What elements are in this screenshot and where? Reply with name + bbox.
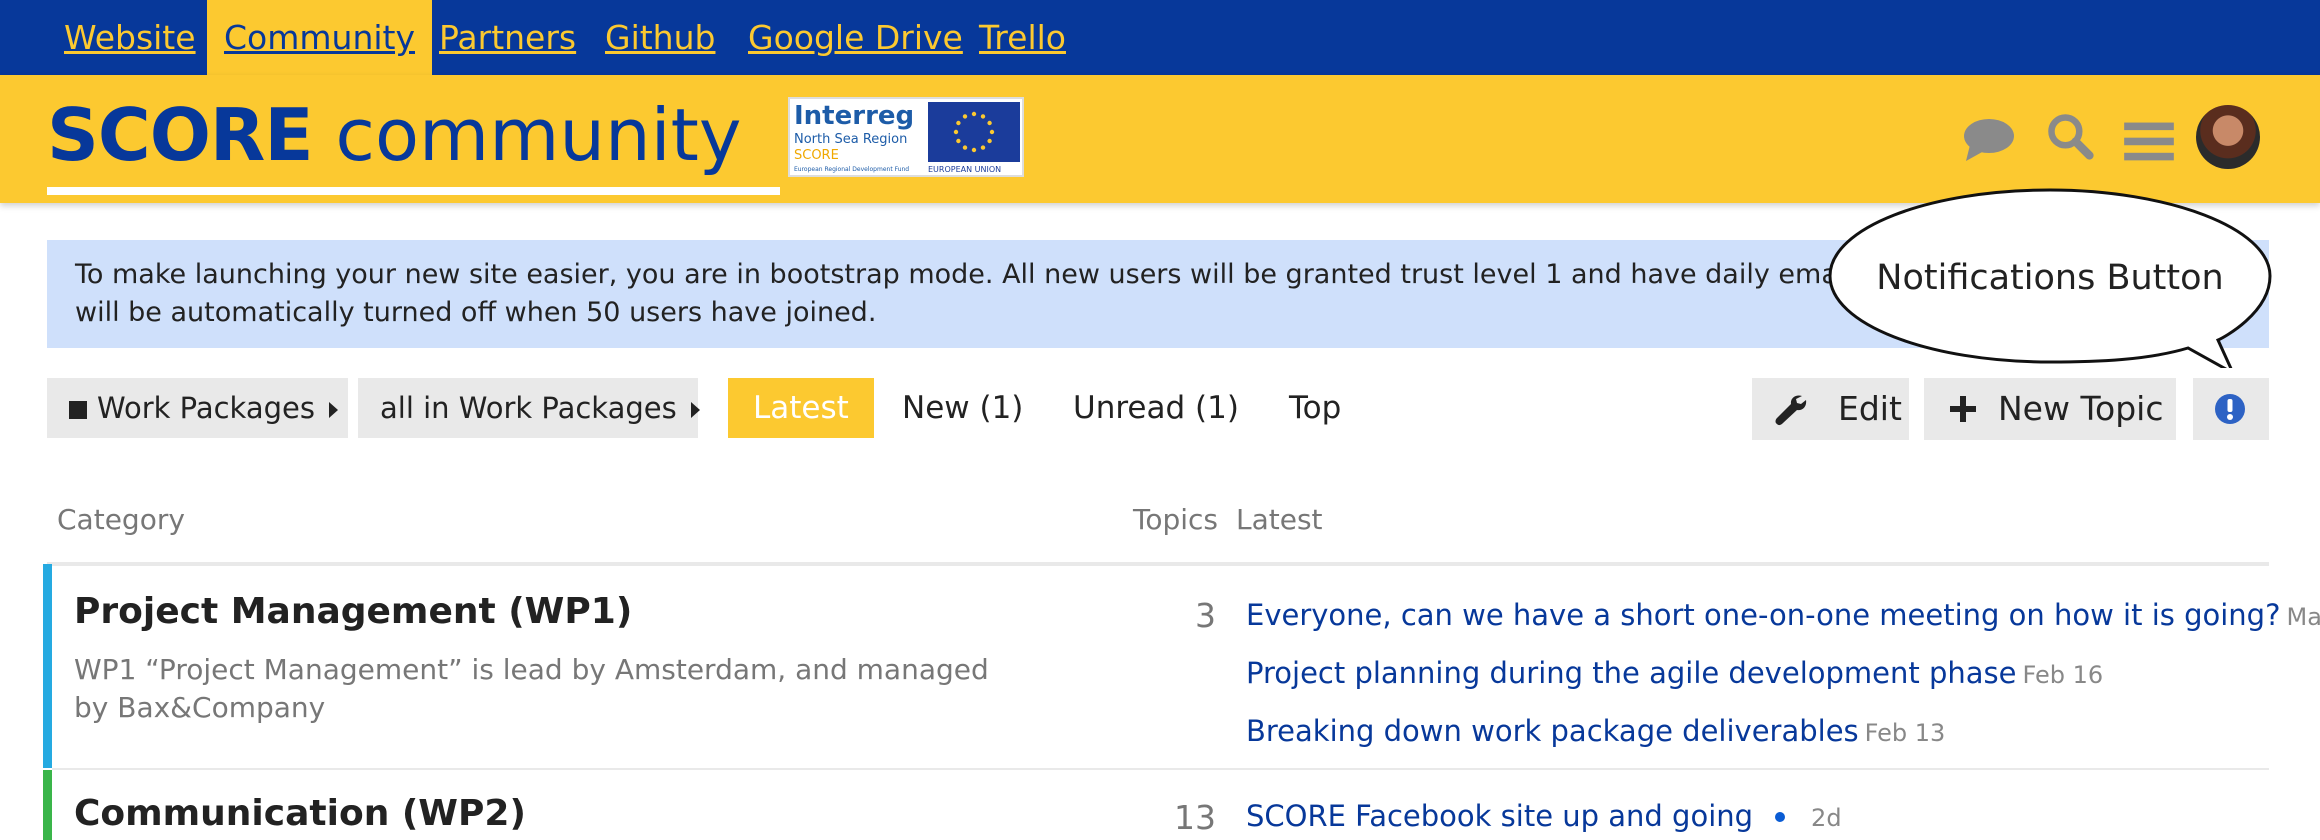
- site-title-rest: community: [312, 93, 742, 177]
- edit-button-label: Edit: [1838, 389, 1902, 428]
- site-title-bold: SCORE: [47, 93, 314, 177]
- tab-top[interactable]: Top: [1264, 378, 1366, 438]
- topnav-community-link[interactable]: Community: [207, 0, 432, 75]
- interreg-logo: Interreg North Sea Region SCORE European…: [788, 97, 1024, 177]
- category-topic-count: 3: [1195, 596, 1216, 635]
- latest-topic-title[interactable]: SCORE Facebook site up and going: [1246, 799, 1753, 833]
- category-topic-count: 13: [1174, 798, 1216, 837]
- logo-underline: [47, 187, 780, 195]
- site-logo[interactable]: SCORE community: [47, 95, 780, 195]
- site-title: SCORE community: [47, 95, 741, 175]
- category-description: WP1 “Project Management” is lead by Amst…: [74, 653, 989, 724]
- caret-right-icon: [690, 402, 700, 418]
- latest-topic-date: Feb 13: [1864, 719, 1946, 747]
- category-color-bar: [43, 564, 52, 768]
- latest-topic-date: Mar 23: [2286, 603, 2320, 631]
- plus-icon: [1950, 396, 1976, 422]
- latest-topic-link[interactable]: Breaking down work package deliverables F…: [1246, 714, 1945, 748]
- category-name-link[interactable]: Communication (WP2): [74, 793, 526, 834]
- new-topic-label: New Topic: [1998, 389, 2164, 428]
- category-color-square: [69, 401, 87, 419]
- latest-topic-link[interactable]: Everyone, can we have a short one-on-one…: [1246, 598, 2320, 632]
- category-name-link[interactable]: Project Management (WP1): [74, 591, 632, 632]
- topnav-trello-link[interactable]: Trello: [979, 0, 1066, 75]
- column-header-category[interactable]: Category: [57, 503, 185, 536]
- latest-topic-title[interactable]: Everyone, can we have a short one-on-one…: [1246, 598, 2280, 632]
- latest-topic-date: Feb 16: [2022, 661, 2104, 689]
- tab-latest[interactable]: Latest: [728, 378, 874, 438]
- topnav-website-link[interactable]: Website: [64, 0, 196, 75]
- edit-category-button[interactable]: Edit: [1752, 378, 1909, 440]
- category-dropdown[interactable]: Work Packages: [47, 378, 348, 438]
- tab-unread[interactable]: Unread (1): [1048, 378, 1264, 438]
- hamburger-menu-icon[interactable]: [2122, 117, 2176, 167]
- eu-flag-icon: [928, 102, 1020, 162]
- column-header-latest[interactable]: Latest: [1236, 503, 1323, 536]
- category-color-bar: [43, 770, 52, 840]
- category-dropdown-label: Work Packages: [97, 391, 315, 425]
- subcategory-dropdown-label: all in Work Packages: [380, 391, 677, 425]
- eu-label-text: EUROPEAN UNION: [928, 165, 1002, 174]
- topnav-github-link[interactable]: Github: [605, 0, 715, 75]
- column-header-topics[interactable]: Topics: [1133, 503, 1218, 536]
- topnav-partners-link[interactable]: Partners: [439, 0, 576, 75]
- interreg-logo-wordmark: Interreg: [794, 101, 915, 131]
- exclamation-circle-icon: [2215, 394, 2245, 424]
- latest-topic-link[interactable]: SCORE Facebook site up and going 2d: [1246, 799, 1842, 833]
- topnav-google-drive-link[interactable]: Google Drive: [748, 0, 963, 75]
- interreg-project-text: SCORE: [794, 148, 839, 163]
- new-topic-button[interactable]: New Topic: [1924, 378, 2176, 440]
- table-row-divider: [52, 768, 2269, 770]
- latest-topic-link[interactable]: Project planning during the agile develo…: [1246, 656, 2103, 690]
- latest-topic-title[interactable]: Project planning during the agile develo…: [1246, 656, 2016, 690]
- top-navigation-bar: Website Community Partners Github Google…: [0, 0, 2320, 75]
- wrench-icon: [1775, 395, 1807, 426]
- user-avatar[interactable]: [2196, 105, 2260, 169]
- search-icon[interactable]: [2043, 111, 2097, 161]
- latest-topic-title[interactable]: Breaking down work package deliverables: [1246, 714, 1859, 748]
- interreg-region-text: North Sea Region: [794, 132, 908, 147]
- interreg-fund-text: European Regional Development Fund: [794, 166, 910, 173]
- notifications-button[interactable]: [2193, 378, 2269, 440]
- subcategory-dropdown[interactable]: all in Work Packages: [358, 378, 700, 438]
- callout-text: Notifications Button: [1876, 258, 2224, 298]
- table-header-divider: [47, 562, 2269, 566]
- tab-new[interactable]: New (1): [877, 378, 1048, 438]
- latest-topic-date: 2d: [1811, 804, 1842, 832]
- site-header: SCORE community Interreg North Sea Regio…: [0, 75, 2320, 203]
- chat-icon[interactable]: [1962, 115, 2016, 165]
- unread-dot-icon: [1775, 812, 1786, 822]
- caret-right-icon: [328, 402, 338, 418]
